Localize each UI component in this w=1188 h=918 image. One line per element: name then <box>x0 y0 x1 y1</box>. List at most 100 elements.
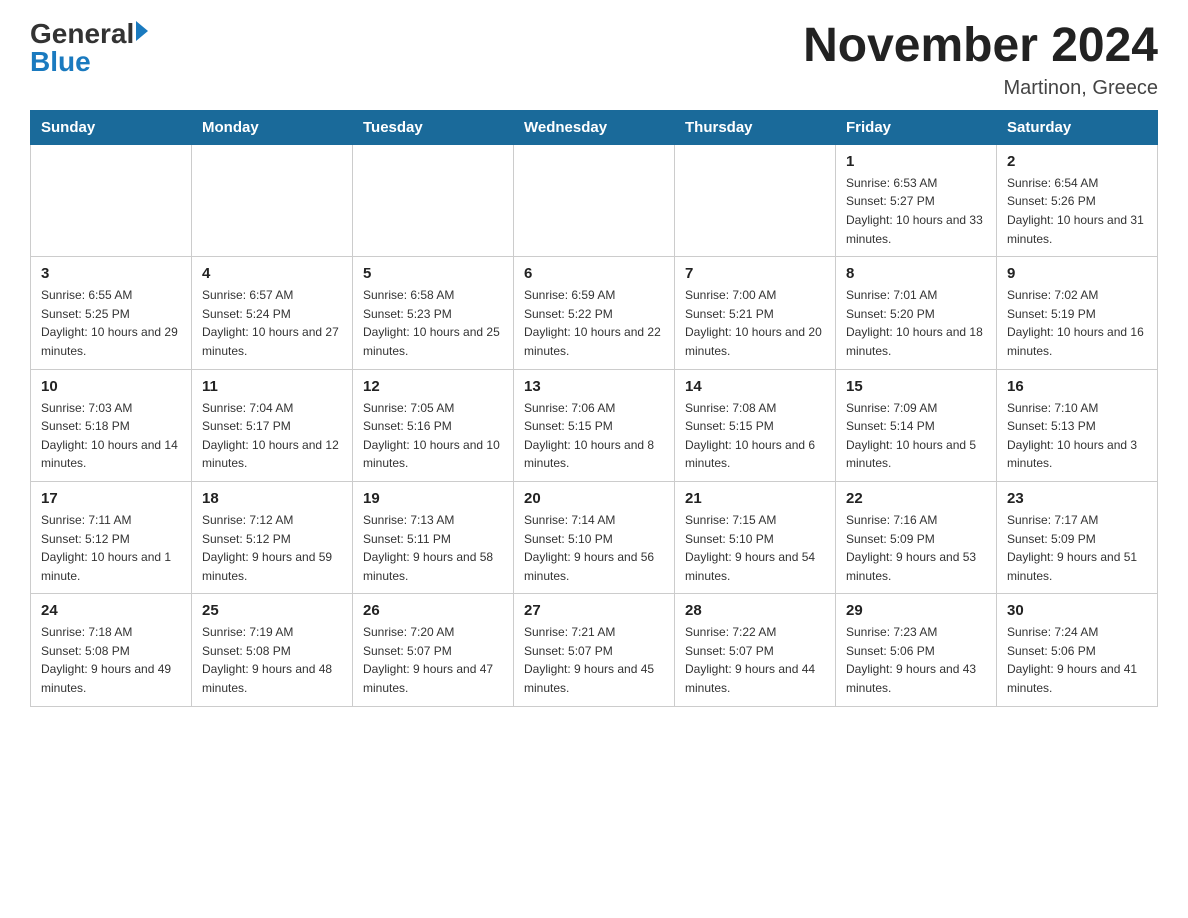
day-number: 21 <box>685 490 825 507</box>
calendar-day-cell: 7 Sunrise: 7:00 AMSunset: 5:21 PMDaylight… <box>675 257 836 369</box>
calendar-day-cell: 16 Sunrise: 7:10 AMSunset: 5:13 PMDayligh… <box>997 369 1158 481</box>
logo: General Blue <box>30 20 148 76</box>
day-number: 6 <box>524 265 664 282</box>
calendar-day-cell: 27 Sunrise: 7:21 AMSunset: 5:07 PMDayligh… <box>514 594 675 706</box>
calendar-day-cell: 1Sunrise: 6:53 AMSunset: 5:27 PMDaylight… <box>836 144 997 256</box>
day-info: Sunrise: 7:01 AMSunset: 5:20 PMDaylight:… <box>846 286 986 360</box>
calendar-day-cell: 6 Sunrise: 6:59 AMSunset: 5:22 PMDaylight… <box>514 257 675 369</box>
day-of-week-header: Thursday <box>675 110 836 144</box>
calendar-day-cell: 13 Sunrise: 7:06 AMSunset: 5:15 PMDayligh… <box>514 369 675 481</box>
day-number: 11 <box>202 378 342 395</box>
calendar-day-cell <box>353 144 514 256</box>
calendar-week-row: 1Sunrise: 6:53 AMSunset: 5:27 PMDaylight… <box>31 144 1158 256</box>
calendar-day-cell: 19 Sunrise: 7:13 AMSunset: 5:11 PMDayligh… <box>353 481 514 593</box>
calendar-week-row: 24 Sunrise: 7:18 AMSunset: 5:08 PMDayligh… <box>31 594 1158 706</box>
day-number: 5 <box>363 265 503 282</box>
day-of-week-header: Friday <box>836 110 997 144</box>
day-of-week-header: Monday <box>192 110 353 144</box>
day-info: Sunrise: 7:06 AMSunset: 5:15 PMDaylight:… <box>524 399 664 473</box>
day-info: Sunrise: 7:23 AMSunset: 5:06 PMDaylight:… <box>846 623 986 697</box>
calendar-day-cell <box>514 144 675 256</box>
day-info: Sunrise: 7:20 AMSunset: 5:07 PMDaylight:… <box>363 623 503 697</box>
day-number: 27 <box>524 602 664 619</box>
day-number: 20 <box>524 490 664 507</box>
day-info: Sunrise: 7:21 AMSunset: 5:07 PMDaylight:… <box>524 623 664 697</box>
day-info: Sunrise: 7:24 AMSunset: 5:06 PMDaylight:… <box>1007 623 1147 697</box>
page-header: General Blue November 2024 Martinon, Gre… <box>30 20 1158 100</box>
day-info: Sunrise: 7:16 AMSunset: 5:09 PMDaylight:… <box>846 511 986 585</box>
day-info: Sunrise: 7:13 AMSunset: 5:11 PMDaylight:… <box>363 511 503 585</box>
day-number: 15 <box>846 378 986 395</box>
day-info: Sunrise: 7:10 AMSunset: 5:13 PMDaylight:… <box>1007 399 1147 473</box>
calendar-day-cell: 28 Sunrise: 7:22 AMSunset: 5:07 PMDayligh… <box>675 594 836 706</box>
day-number: 19 <box>363 490 503 507</box>
calendar-day-cell: 25Sunrise: 7:19 AMSunset: 5:08 PMDayligh… <box>192 594 353 706</box>
day-info: Sunrise: 7:09 AMSunset: 5:14 PMDaylight:… <box>846 399 986 473</box>
day-of-week-header: Saturday <box>997 110 1158 144</box>
location-text: Martinon, Greece <box>803 77 1158 100</box>
day-info: Sunrise: 6:57 AMSunset: 5:24 PMDaylight:… <box>202 286 342 360</box>
calendar-week-row: 17Sunrise: 7:11 AMSunset: 5:12 PMDayligh… <box>31 481 1158 593</box>
day-info: Sunrise: 7:12 AMSunset: 5:12 PMDaylight:… <box>202 511 342 585</box>
day-info: Sunrise: 6:59 AMSunset: 5:22 PMDaylight:… <box>524 286 664 360</box>
calendar-day-cell: 22 Sunrise: 7:16 AMSunset: 5:09 PMDayligh… <box>836 481 997 593</box>
calendar-day-cell: 17Sunrise: 7:11 AMSunset: 5:12 PMDayligh… <box>31 481 192 593</box>
day-number: 14 <box>685 378 825 395</box>
calendar-day-cell: 26 Sunrise: 7:20 AMSunset: 5:07 PMDayligh… <box>353 594 514 706</box>
day-info: Sunrise: 7:22 AMSunset: 5:07 PMDaylight:… <box>685 623 825 697</box>
calendar-week-row: 10Sunrise: 7:03 AMSunset: 5:18 PMDayligh… <box>31 369 1158 481</box>
day-number: 18 <box>202 490 342 507</box>
day-number: 9 <box>1007 265 1147 282</box>
day-number: 29 <box>846 602 986 619</box>
day-info: Sunrise: 7:03 AMSunset: 5:18 PMDaylight:… <box>41 399 181 473</box>
calendar-day-cell: 12 Sunrise: 7:05 AMSunset: 5:16 PMDayligh… <box>353 369 514 481</box>
calendar-day-cell <box>675 144 836 256</box>
day-number: 26 <box>363 602 503 619</box>
calendar-day-cell <box>31 144 192 256</box>
day-number: 23 <box>1007 490 1147 507</box>
day-of-week-header: Sunday <box>31 110 192 144</box>
day-info: Sunrise: 7:04 AMSunset: 5:17 PMDaylight:… <box>202 399 342 473</box>
day-of-week-header: Tuesday <box>353 110 514 144</box>
title-block: November 2024 Martinon, Greece <box>803 20 1158 100</box>
calendar-week-row: 3 Sunrise: 6:55 AMSunset: 5:25 PMDaylight… <box>31 257 1158 369</box>
day-info: Sunrise: 7:14 AMSunset: 5:10 PMDaylight:… <box>524 511 664 585</box>
day-number: 2 <box>1007 153 1147 170</box>
day-number: 7 <box>685 265 825 282</box>
calendar-day-cell: 4Sunrise: 6:57 AMSunset: 5:24 PMDaylight… <box>192 257 353 369</box>
day-number: 24 <box>41 602 181 619</box>
calendar-table: SundayMondayTuesdayWednesdayThursdayFrid… <box>30 110 1158 707</box>
month-title: November 2024 <box>803 20 1158 73</box>
day-info: Sunrise: 6:54 AMSunset: 5:26 PMDaylight:… <box>1007 174 1147 248</box>
day-number: 25 <box>202 602 342 619</box>
day-number: 13 <box>524 378 664 395</box>
day-info: Sunrise: 6:55 AMSunset: 5:25 PMDaylight:… <box>41 286 181 360</box>
day-info: Sunrise: 7:05 AMSunset: 5:16 PMDaylight:… <box>363 399 503 473</box>
calendar-day-cell: 10Sunrise: 7:03 AMSunset: 5:18 PMDayligh… <box>31 369 192 481</box>
calendar-day-cell: 29 Sunrise: 7:23 AMSunset: 5:06 PMDayligh… <box>836 594 997 706</box>
day-number: 3 <box>41 265 181 282</box>
logo-general-text: General <box>30 20 134 48</box>
calendar-day-cell: 30Sunrise: 7:24 AMSunset: 5:06 PMDayligh… <box>997 594 1158 706</box>
day-info: Sunrise: 7:02 AMSunset: 5:19 PMDaylight:… <box>1007 286 1147 360</box>
calendar-day-cell: 18 Sunrise: 7:12 AMSunset: 5:12 PMDayligh… <box>192 481 353 593</box>
calendar-day-cell: 15 Sunrise: 7:09 AMSunset: 5:14 PMDayligh… <box>836 369 997 481</box>
day-number: 22 <box>846 490 986 507</box>
calendar-day-cell: 5Sunrise: 6:58 AMSunset: 5:23 PMDaylight… <box>353 257 514 369</box>
calendar-day-cell: 3 Sunrise: 6:55 AMSunset: 5:25 PMDaylight… <box>31 257 192 369</box>
calendar-day-cell: 8Sunrise: 7:01 AMSunset: 5:20 PMDaylight… <box>836 257 997 369</box>
day-info: Sunrise: 7:00 AMSunset: 5:21 PMDaylight:… <box>685 286 825 360</box>
day-number: 16 <box>1007 378 1147 395</box>
day-number: 12 <box>363 378 503 395</box>
calendar-header-row: SundayMondayTuesdayWednesdayThursdayFrid… <box>31 110 1158 144</box>
calendar-day-cell: 20 Sunrise: 7:14 AMSunset: 5:10 PMDayligh… <box>514 481 675 593</box>
calendar-day-cell: 9 Sunrise: 7:02 AMSunset: 5:19 PMDaylight… <box>997 257 1158 369</box>
calendar-day-cell <box>192 144 353 256</box>
day-number: 28 <box>685 602 825 619</box>
day-info: Sunrise: 7:18 AMSunset: 5:08 PMDaylight:… <box>41 623 181 697</box>
logo-arrow-icon <box>136 21 148 41</box>
day-number: 17 <box>41 490 181 507</box>
day-info: Sunrise: 7:08 AMSunset: 5:15 PMDaylight:… <box>685 399 825 473</box>
calendar-day-cell: 11 Sunrise: 7:04 AMSunset: 5:17 PMDayligh… <box>192 369 353 481</box>
day-number: 1 <box>846 153 986 170</box>
